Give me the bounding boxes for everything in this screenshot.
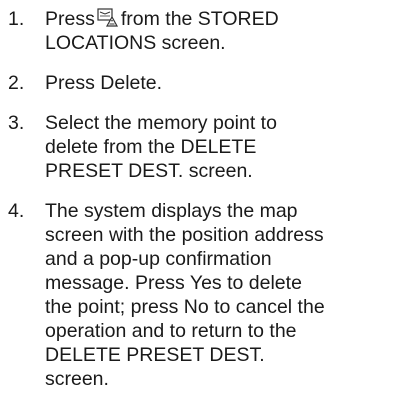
- step-text: Press Delete.: [45, 72, 163, 94]
- map-destination-icon: [97, 8, 119, 28]
- step-number: 4.: [8, 200, 25, 222]
- step-text-before-icon: Press: [45, 8, 95, 30]
- step-number: 1.: [8, 8, 25, 30]
- step-number: 2.: [8, 72, 25, 94]
- step-4: 4. The system displays the map screen wi…: [8, 199, 392, 391]
- step-text: The system displays the map screen with …: [45, 200, 325, 390]
- step-3: 3. Select the memory point to delete fro…: [8, 111, 392, 183]
- step-1: 1. Press from the STORED LOCATIONS scree…: [8, 7, 392, 55]
- instruction-list: 1. Press from the STORED LOCATIONS scree…: [0, 0, 396, 411]
- step-2: 2. Press Delete.: [8, 71, 392, 95]
- step-text: Select the memory point to delete from t…: [45, 112, 277, 182]
- step-number: 3.: [8, 112, 25, 134]
- step-text: Press from the STORED LOCATIONS screen.: [45, 7, 392, 55]
